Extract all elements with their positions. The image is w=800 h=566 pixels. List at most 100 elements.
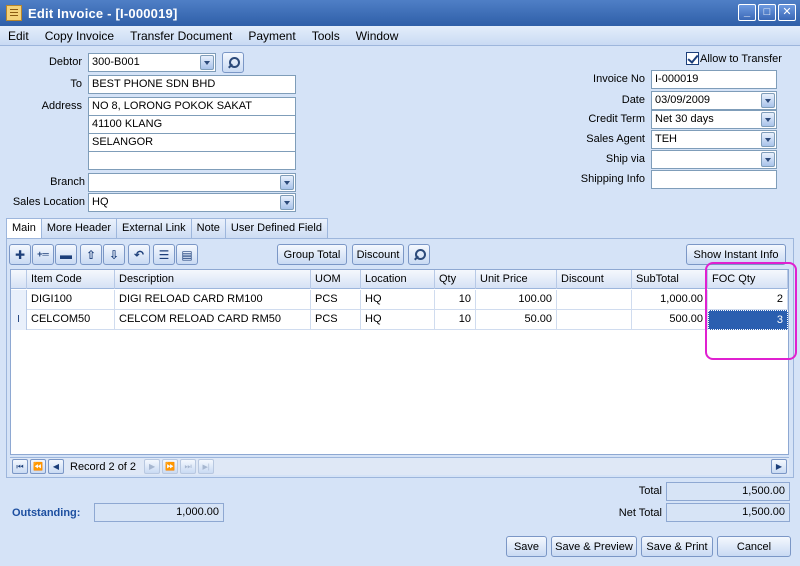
branch-dropdown-icon[interactable] xyxy=(280,175,294,190)
prev-record-button[interactable]: ◀ xyxy=(48,459,64,474)
cell-location[interactable]: HQ xyxy=(361,310,435,330)
item-search-button[interactable] xyxy=(408,244,430,265)
last-record-button[interactable]: ⏭ xyxy=(180,459,197,474)
menu-transfer-document[interactable]: Transfer Document xyxy=(122,26,240,46)
cell-qty[interactable]: 10 xyxy=(435,290,476,310)
column-qty[interactable]: Qty xyxy=(435,270,476,289)
window-title-bar[interactable]: Edit Invoice - [I-000019] _ □ ✕ xyxy=(0,0,800,26)
sales-agent-combo[interactable]: TEH xyxy=(651,130,777,149)
detail-view-button[interactable]: ▤ xyxy=(176,244,198,265)
menu-copy-invoice[interactable]: Copy Invoice xyxy=(37,26,122,46)
credit-term-dropdown-icon[interactable] xyxy=(761,112,775,127)
debtor-dropdown-icon[interactable] xyxy=(200,55,214,70)
cell-item-code[interactable]: DIGI100 xyxy=(27,290,115,310)
cell-subtotal[interactable]: 1,000.00 xyxy=(632,290,708,310)
date-combo[interactable]: 03/09/2009 xyxy=(651,91,777,110)
branch-combo[interactable] xyxy=(88,173,296,192)
add-row-button[interactable]: ✚ xyxy=(9,244,31,265)
ship-via-combo[interactable] xyxy=(651,150,777,169)
cell-unit-price[interactable]: 50.00 xyxy=(476,310,557,330)
show-instant-info-button[interactable]: Show Instant Info xyxy=(686,244,786,265)
address-line-1[interactable]: NO 8, LORONG POKOK SAKAT xyxy=(88,97,296,116)
undo-button[interactable]: ↶ xyxy=(128,244,150,265)
table-row[interactable]: I CELCOM50 CELCOM RELOAD CARD RM50 PCS H… xyxy=(11,310,788,330)
address-line-4[interactable] xyxy=(88,151,296,170)
cancel-button[interactable]: Cancel xyxy=(717,536,791,557)
save-print-button[interactable]: Save & Print xyxy=(641,536,713,557)
address-line-3[interactable]: SELANGOR xyxy=(88,133,296,152)
row-indicator[interactable] xyxy=(11,290,27,310)
invoice-no-field[interactable]: I-000019 xyxy=(651,70,777,89)
cell-uom[interactable]: PCS xyxy=(311,310,361,330)
discount-button[interactable]: Discount xyxy=(352,244,404,265)
column-item-code[interactable]: Item Code xyxy=(27,270,115,289)
save-preview-button[interactable]: Save & Preview xyxy=(551,536,637,557)
to-label: To xyxy=(70,78,82,90)
group-total-button[interactable]: Group Total xyxy=(277,244,347,265)
row-indicator[interactable]: I xyxy=(11,310,27,330)
column-uom[interactable]: UOM xyxy=(311,270,361,289)
sales-location-dropdown-icon[interactable] xyxy=(280,195,294,210)
cell-discount[interactable] xyxy=(557,310,632,330)
debtor-search-button[interactable] xyxy=(222,52,244,73)
column-discount[interactable]: Discount xyxy=(557,270,632,289)
allow-transfer-checkbox[interactable] xyxy=(686,52,699,65)
tab-main[interactable]: Main xyxy=(6,218,42,239)
cell-qty[interactable]: 10 xyxy=(435,310,476,330)
sales-agent-dropdown-icon[interactable] xyxy=(761,132,775,147)
next-record-button[interactable]: ▶ xyxy=(144,459,161,474)
tab-note[interactable]: Note xyxy=(190,218,226,238)
cell-description[interactable]: CELCOM RELOAD CARD RM50 xyxy=(115,310,311,330)
list-icon: ☰ xyxy=(158,247,170,262)
save-button[interactable]: Save xyxy=(506,536,547,557)
tab-more-header[interactable]: More Header xyxy=(40,218,118,238)
delete-row-button[interactable]: ▬ xyxy=(55,244,77,265)
column-location[interactable]: Location xyxy=(361,270,435,289)
first-record-button[interactable]: ⏮ xyxy=(12,459,28,474)
column-description[interactable]: Description xyxy=(115,270,311,289)
menu-edit[interactable]: Edit xyxy=(0,26,37,46)
menu-payment[interactable]: Payment xyxy=(240,26,303,46)
credit-term-combo[interactable]: Net 30 days xyxy=(651,110,777,129)
to-field[interactable]: BEST PHONE SDN BHD xyxy=(88,75,296,94)
next-page-button[interactable]: ⏩ xyxy=(162,459,179,474)
column-subtotal[interactable]: SubTotal xyxy=(632,270,708,289)
debtor-combo[interactable]: 300-B001 xyxy=(88,53,216,72)
sales-location-label: Sales Location xyxy=(12,196,85,208)
end-record-button[interactable]: ▶| xyxy=(198,459,215,474)
prev-page-button[interactable]: ⏪ xyxy=(30,459,46,474)
move-up-button[interactable]: ⇧ xyxy=(80,244,102,265)
tab-external-link[interactable]: External Link xyxy=(116,218,192,238)
menu-tools[interactable]: Tools xyxy=(304,26,348,46)
date-dropdown-icon[interactable] xyxy=(761,93,775,108)
table-row[interactable]: DIGI100 DIGI RELOAD CARD RM100 PCS HQ 10… xyxy=(11,290,788,310)
cell-foc-qty[interactable]: 2 xyxy=(708,290,788,310)
scroll-right-button[interactable]: ▶ xyxy=(771,459,787,474)
ship-via-dropdown-icon[interactable] xyxy=(761,152,775,167)
tab-user-defined-field[interactable]: User Defined Field xyxy=(224,218,328,238)
cell-uom[interactable]: PCS xyxy=(311,290,361,310)
maximize-button[interactable]: □ xyxy=(758,4,776,21)
list-view-button[interactable]: ☰ xyxy=(153,244,175,265)
cell-foc-qty-selected[interactable]: 3 xyxy=(708,310,788,330)
column-unit-price[interactable]: Unit Price xyxy=(476,270,557,289)
shipping-info-field[interactable] xyxy=(651,170,777,189)
cell-description[interactable]: DIGI RELOAD CARD RM100 xyxy=(115,290,311,310)
insert-row-button[interactable]: +═ xyxy=(32,244,54,265)
credit-term-label: Credit Term xyxy=(588,113,645,125)
arrow-down-icon: ⇩ xyxy=(108,247,120,262)
cell-subtotal[interactable]: 500.00 xyxy=(632,310,708,330)
menu-window[interactable]: Window xyxy=(348,26,407,46)
minimize-button[interactable]: _ xyxy=(738,4,756,21)
cell-unit-price[interactable]: 100.00 xyxy=(476,290,557,310)
cell-location[interactable]: HQ xyxy=(361,290,435,310)
cell-item-code[interactable]: CELCOM50 xyxy=(27,310,115,330)
close-button[interactable]: ✕ xyxy=(778,4,796,21)
total-value: 1,500.00 xyxy=(666,482,790,501)
address-line-2[interactable]: 41100 KLANG xyxy=(88,115,296,134)
move-down-button[interactable]: ⇩ xyxy=(103,244,125,265)
cell-discount[interactable] xyxy=(557,290,632,310)
column-foc-qty[interactable]: FOC Qty xyxy=(708,270,788,289)
total-label: Total xyxy=(638,485,662,497)
sales-location-combo[interactable]: HQ xyxy=(88,193,296,212)
